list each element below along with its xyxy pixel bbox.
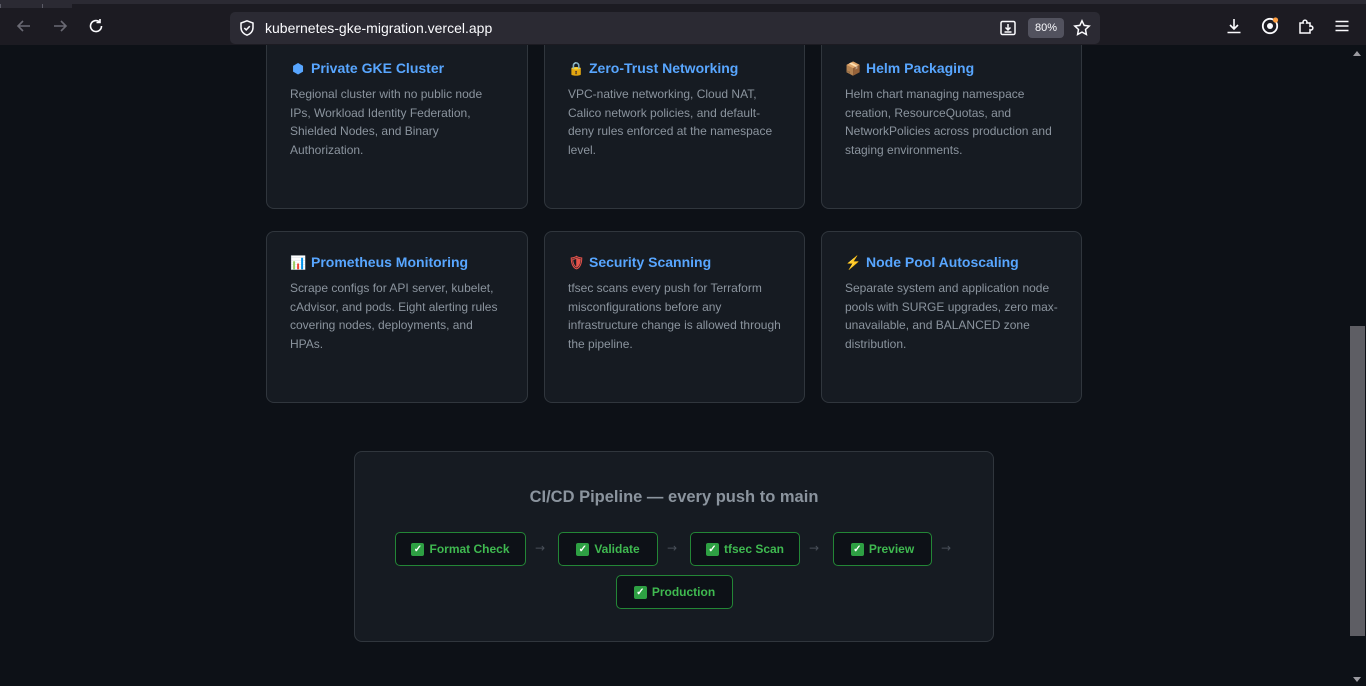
- arrow-icon: →: [535, 541, 546, 555]
- page-scrollbar[interactable]: [1349, 45, 1366, 686]
- page-viewport: ⬢ Private GKE Cluster Regional cluster w…: [0, 45, 1349, 686]
- feature-card-description: VPC-native networking, Cloud NAT, Calico…: [568, 87, 773, 157]
- feature-card-description: Scrape configs for API server, kubelet, …: [290, 281, 498, 351]
- account-icon[interactable]: [1258, 14, 1282, 38]
- save-page-icon[interactable]: [997, 17, 1019, 39]
- bookmark-star-icon[interactable]: [1071, 17, 1093, 39]
- scroll-up-arrow-icon[interactable]: [1353, 51, 1361, 56]
- extensions-icon[interactable]: [1294, 14, 1318, 38]
- arrow-icon: →: [667, 541, 678, 555]
- feature-card-title: ⬢ Private GKE Cluster: [290, 60, 504, 76]
- lock-icon: 🔒: [568, 60, 585, 76]
- url-text[interactable]: kubernetes-gke-migration.vercel.app: [265, 20, 492, 36]
- forward-arrow-icon[interactable]: [46, 12, 74, 40]
- downloads-icon[interactable]: [1222, 14, 1246, 38]
- pipeline-stage: ✓ Format Check: [395, 532, 526, 566]
- lightning-icon: ⚡: [845, 254, 862, 270]
- back-arrow-icon[interactable]: [10, 12, 38, 40]
- feature-card-title: 🔒 Zero-Trust Networking: [568, 60, 781, 76]
- menu-icon[interactable]: [1330, 14, 1354, 38]
- pipeline-title: CI/CD Pipeline — every push to main: [529, 488, 819, 506]
- pipeline-stage: ✓ Production: [616, 575, 733, 609]
- bar-chart-icon: 📊: [290, 254, 307, 270]
- stage-label: Preview: [868, 542, 915, 556]
- feature-title-text: Private GKE Cluster: [311, 60, 445, 76]
- feature-card-title: 📊 Prometheus Monitoring: [290, 254, 504, 270]
- pipeline-stage: ✓ Preview: [833, 532, 932, 566]
- stage-label: Validate: [594, 542, 640, 556]
- arrow-icon: →: [809, 541, 820, 555]
- feature-card: 🛡 Security Scanning tfsec scans every pu…: [544, 231, 805, 403]
- feature-title-text: Helm Packaging: [866, 60, 975, 76]
- feature-card-description: Regional cluster with no public node IPs…: [290, 87, 483, 157]
- arrow-icon: →: [941, 541, 952, 555]
- tab-strip: [0, 4, 72, 8]
- feature-card-description: Separate system and application node poo…: [845, 281, 1058, 351]
- feature-title-text: Prometheus Monitoring: [311, 254, 469, 270]
- stage-label: Production: [651, 585, 716, 599]
- feature-card: 📊 Prometheus Monitoring Scrape configs f…: [266, 231, 528, 403]
- checkmark-icon: ✓: [411, 542, 425, 556]
- feature-card-description: Helm chart managing namespace creation, …: [845, 87, 1052, 157]
- feature-title-text: Node Pool Autoscaling: [866, 254, 1019, 270]
- reload-icon[interactable]: [82, 12, 110, 40]
- checkmark-icon: ✓: [705, 542, 719, 556]
- feature-title-text: Security Scanning: [589, 254, 712, 270]
- feature-card: 📦 Helm Packaging Helm chart managing nam…: [821, 45, 1082, 209]
- pipeline-panel: CI/CD Pipeline — every push to main ✓ Fo…: [354, 451, 994, 642]
- stage-label: tfsec Scan: [723, 542, 785, 556]
- feature-card: 🔒 Zero-Trust Networking VPC-native netwo…: [544, 45, 805, 209]
- zoom-level-badge[interactable]: 80%: [1028, 18, 1064, 38]
- scrollbar-thumb[interactable]: [1350, 326, 1365, 636]
- pipeline-stage: ✓ Validate: [558, 532, 658, 566]
- stage-label: Format Check: [429, 542, 510, 556]
- feature-card-title: 🛡 Security Scanning: [568, 254, 781, 270]
- checkmark-icon: ✓: [850, 542, 864, 556]
- url-bar[interactable]: kubernetes-gke-migration.vercel.app 80%: [230, 12, 1100, 44]
- feature-title-text: Zero-Trust Networking: [589, 60, 739, 76]
- feature-card-title: ⚡ Node Pool Autoscaling: [845, 254, 1058, 270]
- kubernetes-icon: ⬢: [292, 60, 304, 76]
- browser-toolbar: kubernetes-gke-migration.vercel.app 80%: [0, 0, 1366, 45]
- package-icon: 📦: [845, 60, 862, 76]
- shield-icon[interactable]: [238, 19, 256, 37]
- scroll-down-arrow-icon[interactable]: [1353, 677, 1361, 682]
- feature-card: ⬢ Private GKE Cluster Regional cluster w…: [266, 45, 528, 209]
- feature-card-title: 📦 Helm Packaging: [845, 60, 1058, 76]
- feature-card: ⚡ Node Pool Autoscaling Separate system …: [821, 231, 1082, 403]
- checkmark-icon: ✓: [576, 542, 590, 556]
- shield-icon: 🛡: [568, 254, 585, 270]
- pipeline-stage: ✓ tfsec Scan: [690, 532, 800, 566]
- checkmark-icon: ✓: [633, 585, 647, 599]
- feature-card-description: tfsec scans every push for Terraform mis…: [568, 281, 781, 351]
